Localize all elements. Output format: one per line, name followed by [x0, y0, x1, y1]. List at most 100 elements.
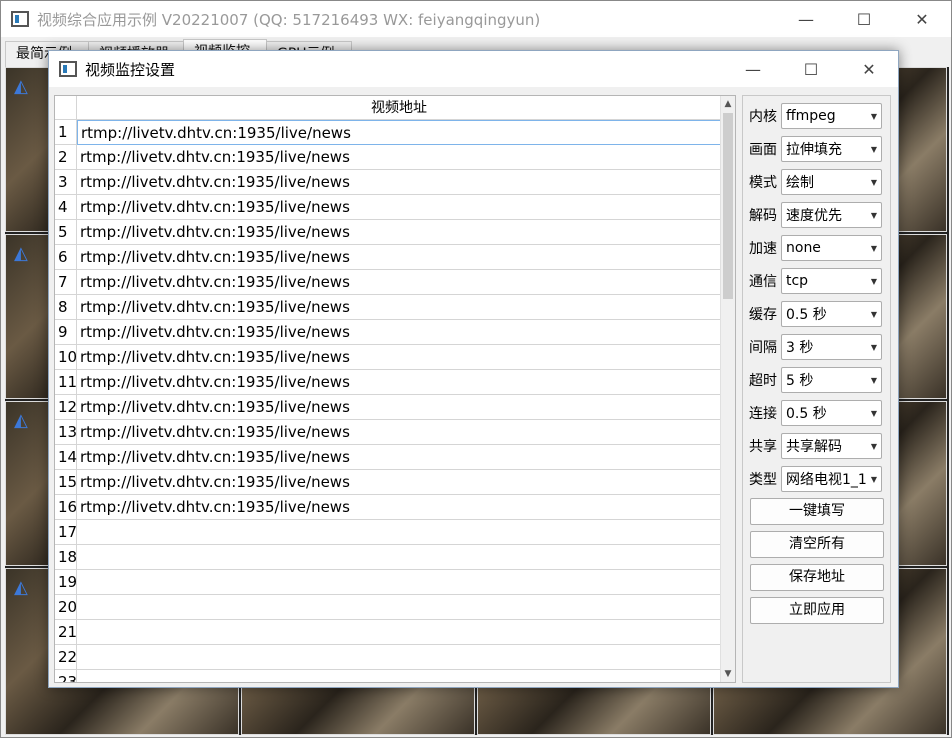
combo-hwaccel[interactable]: none ▼	[781, 235, 882, 261]
url-cell[interactable]: rtmp://livetv.dhtv.cn:1935/live/news	[77, 170, 721, 195]
url-cell[interactable]	[77, 520, 721, 545]
url-cell[interactable]: rtmp://livetv.dhtv.cn:1935/live/news	[77, 145, 721, 170]
row-number[interactable]: 2	[55, 145, 77, 170]
table-row[interactable]: 15 rtmp://livetv.dhtv.cn:1935/live/news	[55, 470, 721, 495]
row-number[interactable]: 5	[55, 220, 77, 245]
row-number[interactable]: 11	[55, 370, 77, 395]
table-row[interactable]: 10 rtmp://livetv.dhtv.cn:1935/live/news	[55, 345, 721, 370]
row-number[interactable]: 23	[55, 670, 77, 682]
table-row[interactable]: 3 rtmp://livetv.dhtv.cn:1935/live/news	[55, 170, 721, 195]
table-row[interactable]: 12 rtmp://livetv.dhtv.cn:1935/live/news	[55, 395, 721, 420]
url-cell[interactable]: rtmp://livetv.dhtv.cn:1935/live/news	[77, 420, 721, 445]
row-number[interactable]: 12	[55, 395, 77, 420]
combo-timeout[interactable]: 5 秒 ▼	[781, 367, 882, 393]
row-number[interactable]: 6	[55, 245, 77, 270]
table-row[interactable]: 21	[55, 620, 721, 645]
clear-all-button[interactable]: 清空所有	[750, 531, 884, 558]
table-scrollbar[interactable]: ▲ ▼	[720, 96, 735, 682]
url-cell[interactable]: rtmp://livetv.dhtv.cn:1935/live/news	[77, 495, 721, 520]
combo-cache[interactable]: 0.5 秒 ▼	[781, 301, 882, 327]
url-cell[interactable]: rtmp://livetv.dhtv.cn:1935/live/news	[77, 270, 721, 295]
scroll-up-icon[interactable]: ▲	[721, 96, 735, 112]
row-number[interactable]: 10	[55, 345, 77, 370]
combo-core[interactable]: ffmpeg ▼	[781, 103, 882, 129]
row-number[interactable]: 15	[55, 470, 77, 495]
close-icon[interactable]: ✕	[893, 1, 951, 37]
row-number[interactable]: 3	[55, 170, 77, 195]
table-row[interactable]: 23	[55, 670, 721, 682]
url-cell[interactable]: rtmp://livetv.dhtv.cn:1935/live/news	[77, 245, 721, 270]
table-row[interactable]: 14 rtmp://livetv.dhtv.cn:1935/live/news	[55, 445, 721, 470]
table-row[interactable]: 13 rtmp://livetv.dhtv.cn:1935/live/news	[55, 420, 721, 445]
url-cell[interactable]	[77, 670, 721, 682]
row-number[interactable]: 4	[55, 195, 77, 220]
setting-row-mode: 模式 绘制 ▼	[749, 169, 883, 195]
url-cell[interactable]: rtmp://livetv.dhtv.cn:1935/live/news	[77, 370, 721, 395]
row-number[interactable]: 22	[55, 645, 77, 670]
url-cell[interactable]	[77, 620, 721, 645]
url-cell[interactable]: rtmp://livetv.dhtv.cn:1935/live/news	[77, 345, 721, 370]
main-titlebar[interactable]: 视频综合应用示例 V20221007 (QQ: 517216493 WX: fe…	[1, 1, 951, 37]
url-cell[interactable]: rtmp://livetv.dhtv.cn:1935/live/news	[77, 445, 721, 470]
minimize-icon[interactable]: —	[777, 1, 835, 37]
table-row[interactable]: 1 rtmp://livetv.dhtv.cn:1935/live/news	[55, 120, 721, 145]
maximize-icon[interactable]: ☐	[782, 51, 840, 87]
table-corner[interactable]	[55, 96, 77, 120]
combo-interval[interactable]: 3 秒 ▼	[781, 334, 882, 360]
table-row[interactable]: 8 rtmp://livetv.dhtv.cn:1935/live/news	[55, 295, 721, 320]
row-number[interactable]: 17	[55, 520, 77, 545]
save-urls-button[interactable]: 保存地址	[750, 564, 884, 591]
combo-share[interactable]: 共享解码 ▼	[781, 433, 882, 459]
table-row[interactable]: 20	[55, 595, 721, 620]
combo-connect[interactable]: 0.5 秒 ▼	[781, 400, 882, 426]
url-cell[interactable]: rtmp://livetv.dhtv.cn:1935/live/news	[77, 470, 721, 495]
url-cell[interactable]: rtmp://livetv.dhtv.cn:1935/live/news	[77, 195, 721, 220]
table-row[interactable]: 6 rtmp://livetv.dhtv.cn:1935/live/news	[55, 245, 721, 270]
combo-transport[interactable]: tcp ▼	[781, 268, 882, 294]
row-number[interactable]: 19	[55, 570, 77, 595]
maximize-icon[interactable]: ☐	[835, 1, 893, 37]
url-cell[interactable]	[77, 595, 721, 620]
table-row[interactable]: 11 rtmp://livetv.dhtv.cn:1935/live/news	[55, 370, 721, 395]
scroll-down-icon[interactable]: ▼	[721, 666, 735, 682]
row-number[interactable]: 21	[55, 620, 77, 645]
combo-mode[interactable]: 绘制 ▼	[781, 169, 882, 195]
scrollbar-thumb[interactable]	[723, 113, 733, 299]
row-number[interactable]: 20	[55, 595, 77, 620]
url-cell[interactable]: rtmp://livetv.dhtv.cn:1935/live/news	[77, 295, 721, 320]
url-cell[interactable]: rtmp://livetv.dhtv.cn:1935/live/news	[77, 120, 721, 145]
apply-now-button[interactable]: 立即应用	[750, 597, 884, 624]
url-cell[interactable]: rtmp://livetv.dhtv.cn:1935/live/news	[77, 395, 721, 420]
close-icon[interactable]: ✕	[840, 51, 898, 87]
fill-all-button[interactable]: 一键填写	[750, 498, 884, 525]
table-row[interactable]: 2 rtmp://livetv.dhtv.cn:1935/live/news	[55, 145, 721, 170]
row-number[interactable]: 9	[55, 320, 77, 345]
table-row[interactable]: 22	[55, 645, 721, 670]
url-cell[interactable]: rtmp://livetv.dhtv.cn:1935/live/news	[77, 220, 721, 245]
table-row[interactable]: 5 rtmp://livetv.dhtv.cn:1935/live/news	[55, 220, 721, 245]
table-row[interactable]: 17	[55, 520, 721, 545]
combo-decode[interactable]: 速度优先 ▼	[781, 202, 882, 228]
row-number[interactable]: 8	[55, 295, 77, 320]
url-cell[interactable]	[77, 545, 721, 570]
combo-display[interactable]: 拉伸填充 ▼	[781, 136, 882, 162]
combo-type[interactable]: 网络电视1_1 ▼	[781, 466, 882, 492]
dialog-titlebar[interactable]: 视频监控设置 — ☐ ✕	[49, 51, 898, 87]
table-row[interactable]: 19	[55, 570, 721, 595]
url-cell[interactable]	[77, 645, 721, 670]
table-row[interactable]: 4 rtmp://livetv.dhtv.cn:1935/live/news	[55, 195, 721, 220]
row-number[interactable]: 1	[55, 120, 77, 145]
row-number[interactable]: 18	[55, 545, 77, 570]
row-number[interactable]: 14	[55, 445, 77, 470]
url-cell[interactable]: rtmp://livetv.dhtv.cn:1935/live/news	[77, 320, 721, 345]
table-row[interactable]: 18	[55, 545, 721, 570]
minimize-icon[interactable]: —	[724, 51, 782, 87]
row-number[interactable]: 16	[55, 495, 77, 520]
row-number[interactable]: 13	[55, 420, 77, 445]
table-row[interactable]: 16 rtmp://livetv.dhtv.cn:1935/live/news	[55, 495, 721, 520]
url-cell[interactable]	[77, 570, 721, 595]
row-number[interactable]: 7	[55, 270, 77, 295]
column-header-url[interactable]: 视频地址	[77, 96, 721, 119]
table-row[interactable]: 9 rtmp://livetv.dhtv.cn:1935/live/news	[55, 320, 721, 345]
table-row[interactable]: 7 rtmp://livetv.dhtv.cn:1935/live/news	[55, 270, 721, 295]
